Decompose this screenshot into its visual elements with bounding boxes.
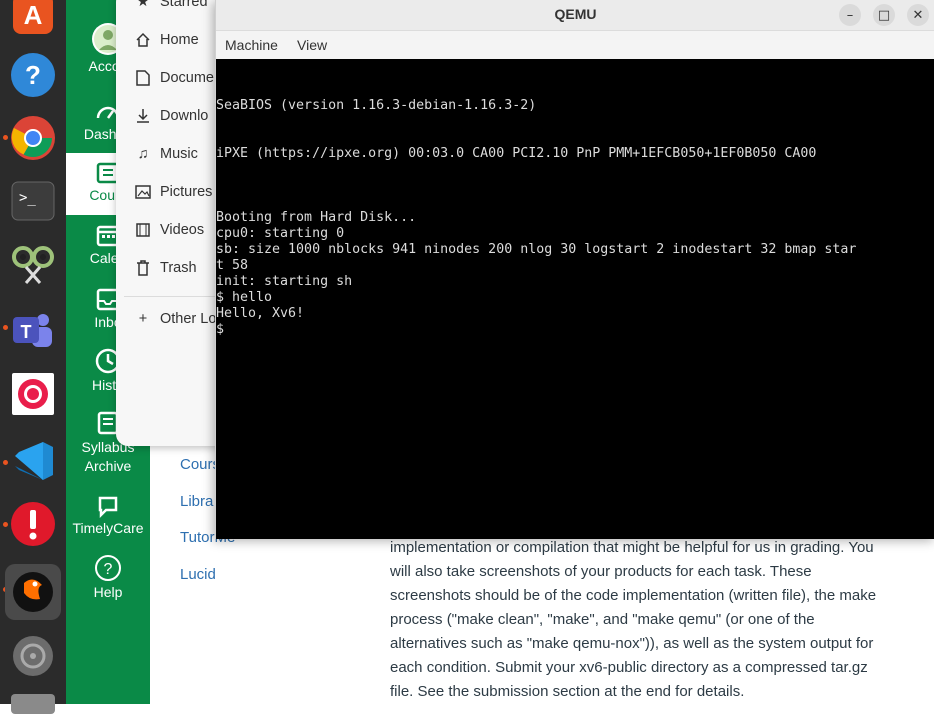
- chrome-icon[interactable]: [9, 114, 57, 162]
- terminal-line: init: starting sh: [216, 274, 353, 289]
- course-link-lucid[interactable]: Lucid: [180, 566, 216, 583]
- nav-timelycare-label: TimelyCare: [72, 520, 144, 536]
- terminal-line: sb: size 1000 nblocks 941 ninodes 200 nl…: [216, 242, 857, 257]
- menu-machine[interactable]: Machine: [225, 37, 278, 53]
- terminal-line: SeaBIOS (version 1.16.3-debian-1.16.3-2): [216, 98, 537, 113]
- places-label: Music: [160, 146, 198, 162]
- home-icon: [134, 32, 152, 48]
- qemu-display[interactable]: SeaBIOS (version 1.16.3-debian-1.16.3-2)…: [216, 59, 934, 539]
- dock-partial-icon: [11, 694, 55, 714]
- running-indicator: [3, 522, 8, 527]
- places-videos[interactable]: Videos: [134, 222, 204, 238]
- terminal-line: t 58: [216, 258, 249, 273]
- maximize-button[interactable]: □: [873, 4, 895, 26]
- terminal-prompt: $: [216, 322, 225, 337]
- terminal-line: $ hello: [216, 290, 273, 305]
- places-label: Starred: [160, 0, 208, 10]
- places-other-locations[interactable]: + Other Lo: [134, 311, 217, 327]
- assignment-description: implementation or compilation that might…: [390, 536, 920, 704]
- help-icon[interactable]: ?: [9, 51, 57, 99]
- podcast-app-icon[interactable]: [9, 370, 57, 418]
- places-home[interactable]: Home: [134, 32, 199, 48]
- text-line: file. See the submission section at the …: [390, 683, 745, 700]
- places-documents[interactable]: Docume: [134, 70, 214, 86]
- nav-help[interactable]: ? Help: [66, 554, 150, 600]
- running-indicator: [3, 135, 8, 140]
- svg-text:?: ?: [104, 561, 113, 578]
- text-line: screenshots should be of the code implem…: [390, 587, 877, 604]
- menu-view[interactable]: View: [297, 37, 327, 53]
- places-label: Trash: [160, 260, 197, 276]
- help-icon: ?: [95, 555, 121, 581]
- qemu-titlebar[interactable]: QEMU – □ ✕: [216, 0, 934, 31]
- trash-icon: [134, 260, 152, 276]
- terminal-line: Booting from Hard Disk...: [216, 210, 417, 225]
- places-label: Downlo: [160, 108, 209, 124]
- course-link-library[interactable]: Libra: [180, 493, 213, 510]
- timelycare-icon: [98, 496, 118, 518]
- svg-text:A: A: [24, 0, 43, 30]
- close-button[interactable]: ✕: [907, 4, 929, 26]
- text-line: process ("make clean", "make", and "make…: [390, 611, 815, 628]
- svg-text:T: T: [21, 322, 32, 342]
- qemu-window: QEMU – □ ✕ Machine View SeaBIOS (version…: [215, 0, 934, 539]
- error-reporter-icon[interactable]: [9, 500, 57, 548]
- places-music[interactable]: ♫ Music: [134, 146, 198, 162]
- terminal-icon[interactable]: >_: [9, 177, 57, 225]
- window-title: QEMU: [554, 6, 597, 22]
- plus-icon: +: [138, 311, 148, 327]
- running-indicator: [3, 460, 8, 465]
- places-label: Videos: [160, 222, 205, 238]
- text-line: alternatives such as "make qemu-nox")), …: [390, 635, 874, 652]
- star-icon: ★: [136, 0, 150, 10]
- teams-icon[interactable]: T: [9, 306, 57, 354]
- places-label: Other Lo: [160, 311, 217, 327]
- picture-icon: [134, 185, 152, 199]
- vscode-icon[interactable]: [9, 437, 57, 485]
- running-indicator: [3, 325, 8, 330]
- document-icon: [134, 70, 152, 86]
- ubuntu-dock: A ? >_ T: [0, 0, 66, 714]
- places-label: Pictures: [160, 184, 213, 200]
- qemu-menubar: Machine View: [216, 31, 934, 59]
- places-pictures[interactable]: Pictures: [134, 184, 212, 200]
- text-line: will also take screenshots of your produ…: [390, 563, 812, 580]
- download-icon: [134, 108, 152, 124]
- places-starred[interactable]: ★ Starred: [134, 0, 208, 10]
- text-line: implementation or compilation that might…: [390, 539, 874, 556]
- minimize-button[interactable]: –: [839, 4, 861, 26]
- places-label: Docume: [160, 70, 214, 86]
- places-downloads[interactable]: Downlo: [134, 108, 208, 124]
- svg-text:>_: >_: [19, 190, 36, 206]
- places-label: Home: [160, 32, 199, 48]
- qemu-icon[interactable]: [5, 564, 61, 620]
- svg-text:?: ?: [25, 60, 41, 90]
- app-center-icon[interactable]: A: [9, 0, 57, 38]
- nav-archive-label: Archive: [84, 458, 132, 474]
- video-icon: [134, 223, 152, 237]
- music-icon: ♫: [137, 146, 149, 162]
- nav-timelycare[interactable]: TimelyCare: [66, 494, 150, 536]
- screenshot-tool-icon[interactable]: [9, 240, 57, 288]
- course-link-courses[interactable]: Cours: [180, 456, 220, 473]
- terminal-line: Hello, Xv6!: [216, 306, 305, 321]
- nav-help-label: Help: [93, 584, 123, 600]
- places-trash[interactable]: Trash: [134, 260, 197, 276]
- disks-icon[interactable]: [9, 632, 57, 680]
- text-line: each condition. Submit your xv6-public d…: [390, 659, 868, 676]
- terminal-line: cpu0: starting 0: [216, 226, 345, 241]
- terminal-line: iPXE (https://ipxe.org) 00:03.0 CA00 PCI…: [216, 146, 817, 161]
